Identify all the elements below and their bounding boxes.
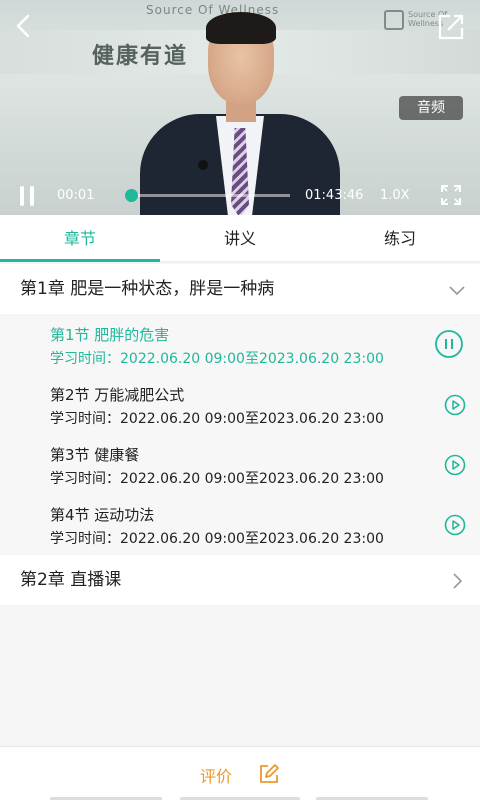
active-tab-indicator <box>0 259 160 262</box>
fullscreen-icon[interactable] <box>440 184 462 206</box>
chapter-2-header[interactable]: 第2章 直播课 <box>0 555 480 605</box>
chevron-down-icon <box>449 286 465 296</box>
lesson-study-time: 学习时间：2022.06.20 09:00至2023.06.20 23:00 <box>50 531 384 547</box>
brand-logo-icon <box>384 10 404 30</box>
pause-icon[interactable] <box>434 329 464 359</box>
play-circle-icon[interactable] <box>444 454 466 476</box>
video-controls: 00:01 01:43:46 1.0X <box>0 176 480 215</box>
chapter-1-header[interactable]: 第1章 肥是一种状态，胖是一种病 <box>0 264 480 314</box>
lesson-study-time: 学习时间：2022.06.20 09:00至2023.06.20 23:00 <box>50 411 384 427</box>
tab-exercises[interactable]: 练习 <box>320 215 480 262</box>
lesson-title: 第1节 肥胖的危害 <box>50 326 170 344</box>
chapter-title: 第1章 肥是一种状态，胖是一种病 <box>20 279 275 299</box>
rate-button[interactable]: 评价 <box>200 763 232 787</box>
audio-mode-button[interactable]: 音频 <box>399 96 463 120</box>
lesson-study-time: 学习时间：2022.06.20 09:00至2023.06.20 23:00 <box>50 471 384 487</box>
lesson-list: 第1节 肥胖的危害 学习时间：2022.06.20 09:00至2023.06.… <box>0 316 480 554</box>
back-arrow-icon[interactable] <box>10 12 38 40</box>
lesson-item[interactable]: 第2节 万能减肥公式 学习时间：2022.06.20 09:00至2023.06… <box>0 376 480 436</box>
tab-handouts[interactable]: 讲义 <box>160 215 320 262</box>
edit-icon[interactable] <box>258 763 280 785</box>
lesson-item[interactable]: 第4节 运动功法 学习时间：2022.06.20 09:00至2023.06.2… <box>0 496 480 556</box>
video-player[interactable]: Source Of Wellness 健康有道 未来 Source Of Wel… <box>0 0 480 215</box>
lesson-title: 第3节 健康餐 <box>50 446 140 464</box>
share-icon[interactable] <box>436 12 466 42</box>
chapter-title: 第2章 直播课 <box>20 570 122 590</box>
lesson-title: 第2节 万能减肥公式 <box>50 386 185 404</box>
lesson-item[interactable]: 第3节 健康餐 学习时间：2022.06.20 09:00至2023.06.20… <box>0 436 480 496</box>
current-time: 00:01 <box>57 188 95 203</box>
total-time: 01:43:46 <box>305 188 364 203</box>
lesson-item[interactable]: 第1节 肥胖的危害 学习时间：2022.06.20 09:00至2023.06.… <box>0 316 480 376</box>
play-circle-icon[interactable] <box>444 514 466 536</box>
lesson-study-time: 学习时间：2022.06.20 09:00至2023.06.20 23:00 <box>50 351 384 367</box>
tab-chapters[interactable]: 章节 <box>0 215 160 262</box>
playback-speed-button[interactable]: 1.0X <box>380 188 410 203</box>
course-player-page: Source Of Wellness 健康有道 未来 Source Of Wel… <box>0 0 480 800</box>
pause-icon[interactable] <box>20 186 38 206</box>
progress-handle[interactable] <box>124 189 138 202</box>
play-circle-icon[interactable] <box>444 394 466 416</box>
lesson-title: 第4节 运动功法 <box>50 506 155 524</box>
progress-bar[interactable] <box>124 189 290 202</box>
bottom-action-bar: 评价 <box>0 746 480 800</box>
content-tabs: 章节 讲义 练习 <box>0 215 480 262</box>
chevron-right-icon <box>453 573 463 589</box>
